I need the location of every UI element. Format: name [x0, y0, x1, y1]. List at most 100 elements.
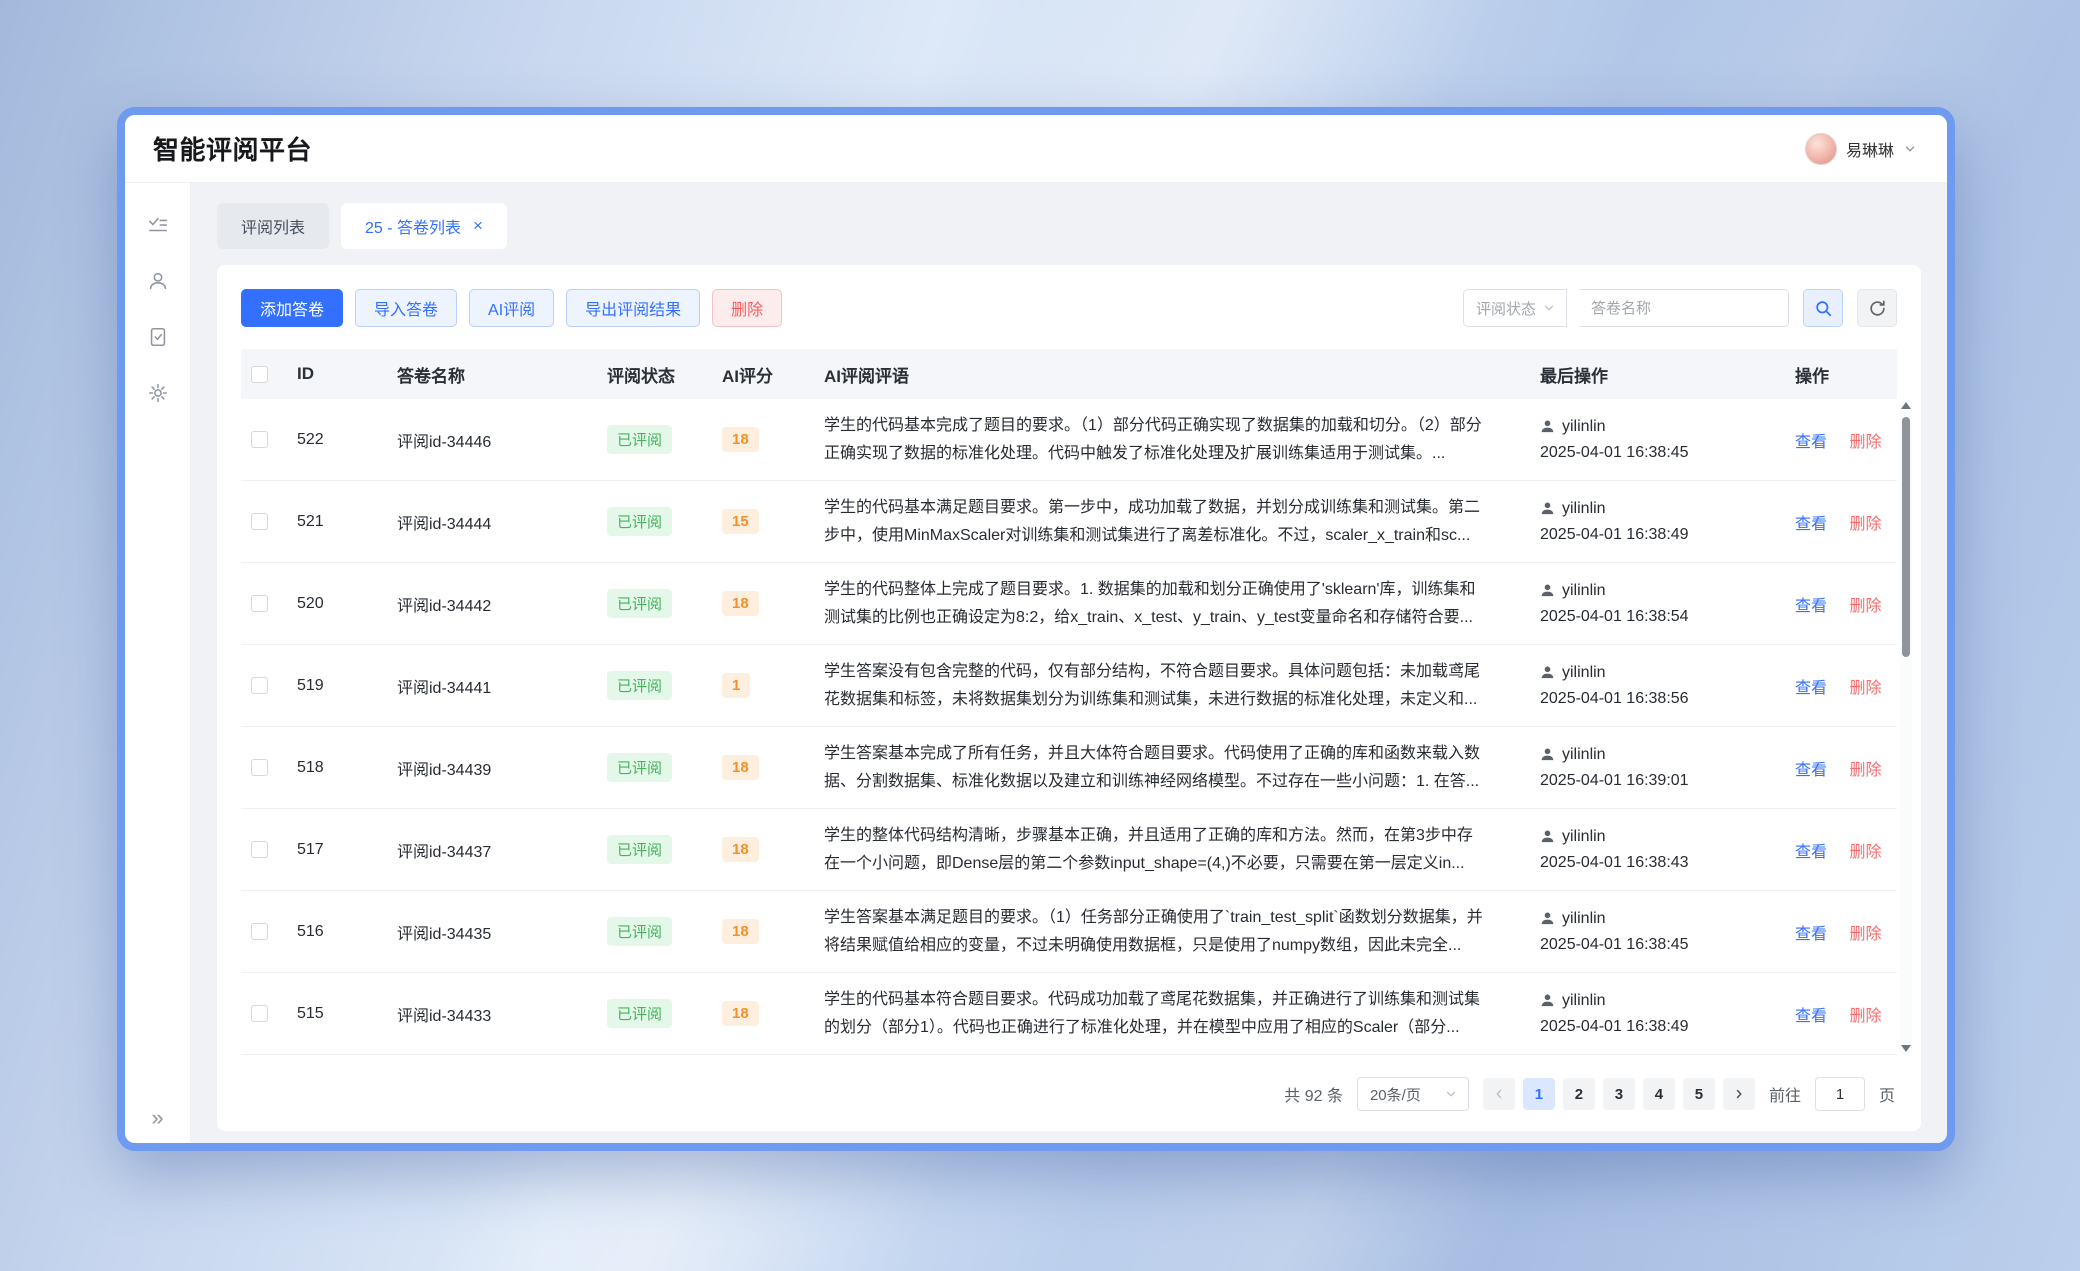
col-header-lastop: 最后操作	[1530, 362, 1785, 387]
view-link[interactable]: 查看	[1795, 680, 1827, 697]
view-link[interactable]: 查看	[1795, 516, 1827, 533]
delete-link[interactable]: 删除	[1849, 844, 1881, 861]
sidebar-item-settings[interactable]	[146, 381, 170, 405]
scroll-up-arrow[interactable]	[1901, 402, 1911, 409]
operator-name: yilinlin	[1562, 906, 1606, 932]
view-link[interactable]: 查看	[1795, 844, 1827, 861]
cell-ai-comment: 学生答案没有包含完整的代码，仅有部分结构，不符合题目要求。具体问题包括：未加载鸢…	[824, 658, 1488, 714]
delete-link[interactable]: 删除	[1849, 926, 1881, 943]
cell-ai-comment: 学生的代码基本符合题目要求。代码成功加载了鸢尾花数据集，并正确进行了训练集和测试…	[824, 986, 1488, 1042]
delete-link[interactable]: 删除	[1849, 762, 1881, 779]
cell-name: 评阅id-34435	[387, 920, 597, 944]
cell-name: 评阅id-34433	[387, 1002, 597, 1026]
page-button-4[interactable]: 4	[1643, 1078, 1675, 1110]
review-status-select[interactable]: 评阅状态	[1463, 289, 1567, 327]
cell-last-operation: yilinlin 2025-04-01 16:38:49	[1530, 988, 1785, 1040]
cell-name: 评阅id-34444	[387, 510, 597, 534]
cell-last-operation: yilinlin 2025-04-01 16:38:45	[1530, 906, 1785, 958]
row-checkbox[interactable]	[251, 841, 268, 858]
tab-answer-list[interactable]: 25 - 答卷列表 ×	[341, 203, 507, 249]
row-checkbox[interactable]	[251, 431, 268, 448]
next-page-button[interactable]	[1723, 1078, 1755, 1110]
cell-name: 评阅id-34446	[387, 428, 597, 452]
ai-review-button[interactable]: AI评阅	[469, 289, 554, 327]
status-badge: 已评阅	[607, 589, 672, 618]
view-link[interactable]: 查看	[1795, 598, 1827, 615]
row-checkbox[interactable]	[251, 677, 268, 694]
status-badge: 已评阅	[607, 999, 672, 1028]
operation-time: 2025-04-01 16:38:45	[1540, 932, 1785, 958]
avatar[interactable]	[1805, 133, 1837, 165]
status-badge: 已评阅	[607, 917, 672, 946]
export-results-button[interactable]: 导出评阅结果	[566, 289, 700, 327]
import-answer-button[interactable]: 导入答卷	[355, 289, 457, 327]
page-button-1[interactable]: 1	[1523, 1078, 1555, 1110]
chevron-down-icon	[1444, 1087, 1458, 1101]
score-badge: 18	[722, 837, 759, 862]
score-badge: 1	[722, 673, 750, 698]
cell-last-operation: yilinlin 2025-04-01 16:38:49	[1530, 496, 1785, 548]
cell-ai-comment: 学生答案基本满足题目的要求。（1）任务部分正确使用了`train_test_sp…	[824, 904, 1488, 960]
select-all-checkbox[interactable]	[251, 366, 268, 383]
answer-name-input[interactable]	[1579, 289, 1789, 327]
operator-name: yilinlin	[1562, 414, 1606, 440]
page-button-2[interactable]: 2	[1563, 1078, 1595, 1110]
delete-link[interactable]: 删除	[1849, 434, 1881, 451]
add-answer-button[interactable]: 添加答卷	[241, 289, 343, 327]
score-badge: 18	[722, 755, 759, 780]
sidebar-item-answer-sheets[interactable]	[146, 325, 170, 349]
view-link[interactable]: 查看	[1795, 926, 1827, 943]
page-button-5[interactable]: 5	[1683, 1078, 1715, 1110]
row-checkbox[interactable]	[251, 1005, 268, 1022]
table-row: 517 评阅id-34437 已评阅 18 学生的整体代码结构清晰，步骤基本正确…	[241, 809, 1897, 891]
col-header-status: 评阅状态	[597, 362, 712, 387]
delete-link[interactable]: 删除	[1849, 1008, 1881, 1025]
view-link[interactable]: 查看	[1795, 1008, 1827, 1025]
cell-id: 517	[287, 841, 387, 859]
sidebar-item-users[interactable]	[146, 269, 170, 293]
goto-page-input[interactable]	[1815, 1077, 1865, 1111]
operator-name: yilinlin	[1562, 988, 1606, 1014]
status-badge: 已评阅	[607, 425, 672, 454]
row-checkbox[interactable]	[251, 923, 268, 940]
view-link[interactable]: 查看	[1795, 762, 1827, 779]
refresh-button[interactable]	[1857, 289, 1897, 327]
chevron-left-icon	[1492, 1087, 1506, 1101]
person-icon	[1540, 747, 1555, 762]
user-menu[interactable]: 易琳琳	[1805, 133, 1917, 165]
answer-table: ID 答卷名称 评阅状态 AI评分 AI评阅评语 最后操作 操作 522 评阅i…	[241, 349, 1897, 1055]
cell-last-operation: yilinlin 2025-04-01 16:38:43	[1530, 824, 1785, 876]
cell-id: 520	[287, 595, 387, 613]
tab-review-list[interactable]: 评阅列表	[217, 203, 329, 249]
page-size-select[interactable]: 20条/页	[1357, 1077, 1469, 1111]
delete-link[interactable]: 删除	[1849, 598, 1881, 615]
table-scrollbar[interactable]	[1900, 399, 1912, 1055]
refresh-icon	[1868, 299, 1887, 318]
prev-page-button[interactable]	[1483, 1078, 1515, 1110]
delete-link[interactable]: 删除	[1849, 680, 1881, 697]
delete-button[interactable]: 删除	[712, 289, 782, 327]
status-badge: 已评阅	[607, 671, 672, 700]
delete-link[interactable]: 删除	[1849, 516, 1881, 533]
search-button[interactable]	[1803, 289, 1843, 327]
close-icon[interactable]: ×	[473, 216, 483, 236]
col-header-score: AI评分	[712, 362, 814, 387]
col-header-id: ID	[287, 364, 387, 384]
scroll-down-arrow[interactable]	[1901, 1045, 1911, 1052]
page-button-3[interactable]: 3	[1603, 1078, 1635, 1110]
sidebar-item-review-tasks[interactable]	[146, 213, 170, 237]
cell-ai-comment: 学生的代码基本满足题目要求。第一步中，成功加载了数据，并划分成训练集和测试集。第…	[824, 494, 1488, 550]
cell-last-operation: yilinlin 2025-04-01 16:38:56	[1530, 660, 1785, 712]
row-checkbox[interactable]	[251, 759, 268, 776]
scrollbar-thumb[interactable]	[1902, 417, 1910, 657]
cell-name: 评阅id-34441	[387, 674, 597, 698]
cell-last-operation: yilinlin 2025-04-01 16:39:01	[1530, 742, 1785, 794]
cell-ai-comment: 学生答案基本完成了所有任务，并且大体符合题目要求。代码使用了正确的库和函数来载入…	[824, 740, 1488, 796]
tab-label: 25 - 答卷列表	[365, 214, 461, 238]
sidebar-collapse-button[interactable]: »	[151, 1107, 163, 1129]
row-checkbox[interactable]	[251, 595, 268, 612]
operator-name: yilinlin	[1562, 578, 1606, 604]
view-link[interactable]: 查看	[1795, 434, 1827, 451]
row-checkbox[interactable]	[251, 513, 268, 530]
col-header-comment: AI评阅评语	[814, 362, 1530, 387]
